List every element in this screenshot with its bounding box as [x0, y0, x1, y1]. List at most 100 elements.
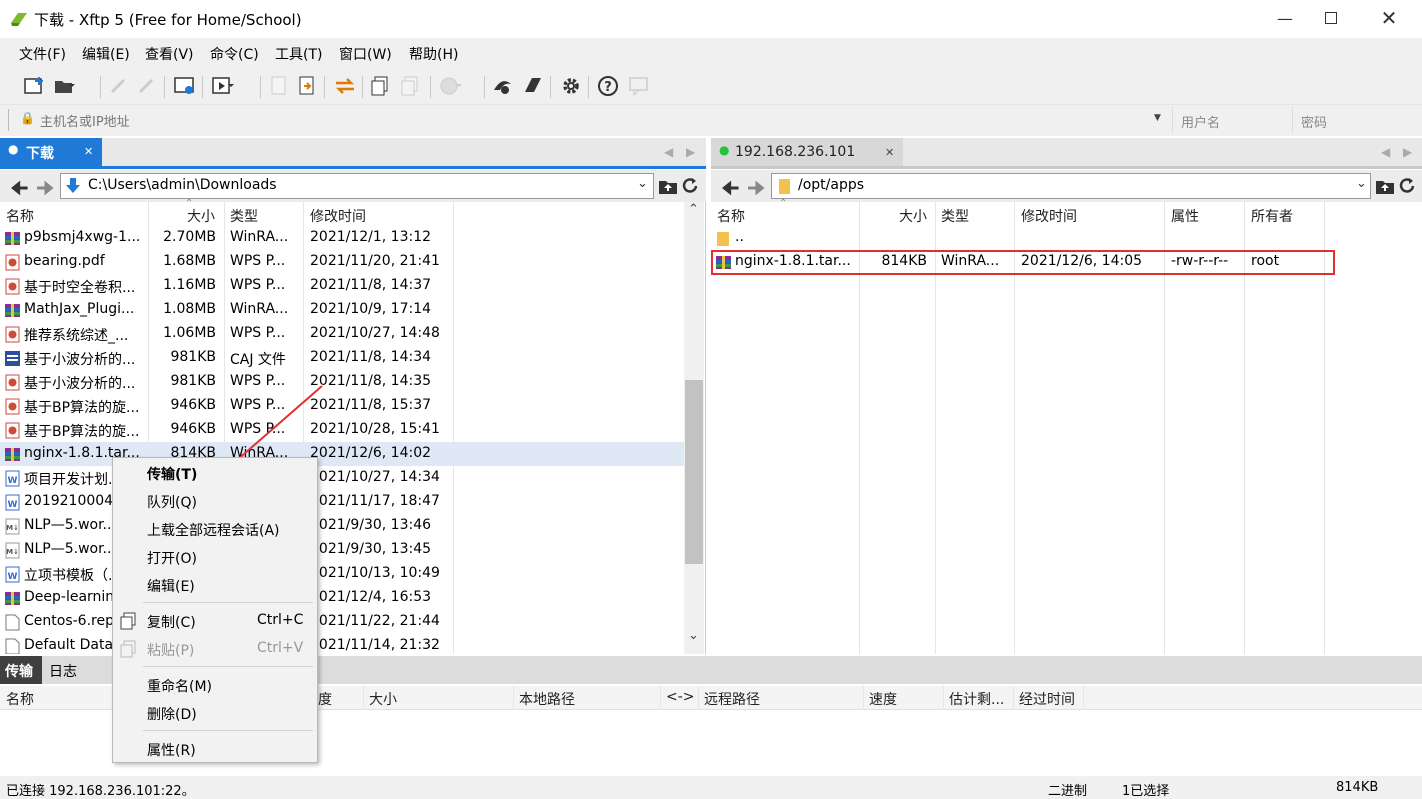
tab-scroll-left-icon[interactable]: ◀	[1381, 145, 1390, 159]
col-progress[interactable]: 度	[318, 689, 332, 709]
settings-gear-icon[interactable]	[558, 74, 584, 98]
menu-command[interactable]: 命令(C)	[210, 44, 259, 64]
help-icon[interactable]: ?	[596, 74, 622, 98]
menu-view[interactable]: 查看(V)	[145, 44, 194, 64]
col-name[interactable]: 名称	[6, 206, 34, 226]
menu-item-upload-all[interactable]: 上载全部远程会话(A)	[147, 520, 280, 540]
table-row[interactable]: p9bsmj4xwg-1... 2.70MB WinRA... 2021/12/1, …	[0, 226, 684, 250]
new-session-icon[interactable]	[22, 74, 48, 98]
maximize-button[interactable]	[1308, 0, 1354, 36]
col-type[interactable]: 类型	[941, 206, 969, 226]
tab-remote-session[interactable]: ● 192.168.236.101 ✕	[711, 138, 903, 168]
sync-icon[interactable]	[332, 74, 358, 98]
col-eta[interactable]: 估计剩...	[949, 689, 1004, 709]
scroll-down-icon[interactable]: ⌄	[688, 628, 699, 643]
col-size[interactable]: 大小	[187, 206, 215, 226]
menu-item-edit[interactable]: 编辑(E)	[147, 576, 195, 596]
menu-tools[interactable]: 工具(T)	[275, 44, 322, 64]
copy-icon[interactable]	[368, 74, 394, 98]
table-row[interactable]: W 项目开发计划... 2021/10/27, 14:34	[0, 466, 684, 490]
xshell-icon[interactable]	[490, 74, 516, 98]
minimize-button[interactable]: —	[1262, 0, 1308, 36]
download-icon[interactable]	[294, 74, 320, 98]
table-row[interactable]: Centos-6.rep... 2021/11/22, 21:44	[0, 610, 684, 634]
menu-item-open[interactable]: 打开(O)	[147, 548, 197, 568]
session-properties-icon[interactable]	[172, 74, 198, 98]
xftp-icon[interactable]	[520, 74, 546, 98]
col-modified[interactable]: 修改时间	[1021, 206, 1077, 226]
col-owner[interactable]: 所有者	[1251, 206, 1293, 226]
globe-icon	[440, 77, 462, 95]
menu-item-properties[interactable]: 属性(R)	[147, 740, 196, 760]
table-row[interactable]: 基于时空全卷积... 1.16MB WPS P... 2021/11/8, 14:37	[0, 274, 684, 298]
parent-folder-icon[interactable]	[658, 177, 678, 195]
table-row[interactable]: M↓ NLP—5.wor... 2021/9/30, 13:45	[0, 538, 684, 562]
menu-file[interactable]: 文件(F)	[19, 44, 66, 64]
refresh-icon[interactable]	[1397, 176, 1417, 196]
scroll-up-icon[interactable]: ⌃	[688, 202, 699, 217]
path-dropdown-icon[interactable]: ⌄	[1356, 176, 1367, 191]
address-bar: 🔒 主机名或IP地址 ▼ 用户名 密码	[0, 104, 1422, 136]
table-row[interactable]: M↓ NLP—5.wor... 2021/9/30, 13:46	[0, 514, 684, 538]
menu-help[interactable]: 帮助(H)	[409, 44, 458, 64]
col-modified[interactable]: 修改时间	[310, 206, 366, 226]
path-dropdown-icon[interactable]: ⌄	[637, 176, 648, 191]
col-speed[interactable]: 速度	[869, 689, 897, 709]
table-row[interactable]: MathJax_Plugi... 1.08MB WinRA... 2021/10/9,…	[0, 298, 684, 322]
tab-log[interactable]: 日志	[49, 661, 77, 681]
table-row[interactable]: 基于小波分析的... 981KB CAJ 文件 2021/11/8, 14:34	[0, 346, 684, 370]
password-input[interactable]: 密码	[1301, 112, 1327, 131]
local-path-box[interactable]: C:\Users\admin\Downloads ⌄	[60, 173, 654, 199]
menu-edit[interactable]: 编辑(E)	[82, 44, 130, 64]
table-row[interactable]: 基于BP算法的旋... 946KB WPS P... 2021/10/28, 15:4…	[0, 418, 684, 442]
doc-icon: W	[5, 470, 20, 487]
file-modified: 2021/11/14, 21:32	[310, 637, 440, 653]
col-name[interactable]: 名称	[6, 689, 34, 709]
folder-icon	[717, 232, 729, 246]
open-folder-icon[interactable]	[52, 74, 78, 98]
tab-scroll-right-icon[interactable]: ▶	[686, 145, 695, 159]
menu-window[interactable]: 窗口(W)	[339, 44, 392, 64]
col-name[interactable]: 名称	[717, 206, 745, 226]
local-scrollbar[interactable]: ⌃ ⌄	[684, 202, 704, 654]
host-input[interactable]: 主机名或IP地址	[40, 111, 130, 130]
col-elapsed[interactable]: 经过时间	[1019, 689, 1075, 709]
menu-item-copy[interactable]: 复制(C)	[147, 612, 196, 632]
scroll-thumb[interactable]	[685, 380, 703, 564]
table-row[interactable]: bearing.pdf 1.68MB WPS P... 2021/11/20, 21:…	[0, 250, 684, 274]
table-row[interactable]: Deep-learnin... 2021/12/4, 16:53	[0, 586, 684, 610]
table-row[interactable]: nginx-1.8.1.tar... 814KB WinRA... 2021/12/6…	[0, 442, 684, 466]
status-bar: 已连接 192.168.236.101:22。 二进制 1已选择 814KB	[0, 776, 1422, 799]
col-type[interactable]: 类型	[230, 206, 258, 226]
col-local-path[interactable]: 本地路径	[519, 689, 575, 709]
col-attributes[interactable]: 属性	[1171, 206, 1199, 226]
col-size[interactable]: 大小	[369, 689, 397, 709]
tab-transfer[interactable]: 传输	[0, 656, 42, 684]
parent-folder-icon[interactable]	[1375, 177, 1395, 195]
play-icon[interactable]	[210, 74, 236, 98]
table-row[interactable]: W 立项书模板（... 2021/10/13, 10:49	[0, 562, 684, 586]
col-remote-path[interactable]: 远程路径	[704, 689, 760, 709]
menu-item-queue[interactable]: 队列(Q)	[147, 492, 197, 512]
menu-item-rename[interactable]: 重命名(M)	[147, 676, 212, 696]
table-row[interactable]: 推荐系统综述_... 1.06MB WPS P... 2021/10/27, 14:4…	[0, 322, 684, 346]
menu-item-transfer[interactable]: 传输(T)	[147, 464, 197, 484]
table-row[interactable]: Default Data... 2021/11/14, 21:32	[0, 634, 684, 654]
parent-dir-row[interactable]: ..	[711, 226, 1422, 250]
host-dropdown-arrow-icon[interactable]: ▼	[1154, 113, 1161, 123]
table-row[interactable]: 基于BP算法的旋... 946KB WPS P... 2021/11/8, 15:37	[0, 394, 684, 418]
remote-path-box[interactable]: /opt/apps ⌄	[771, 173, 1371, 199]
tab-scroll-left-icon[interactable]: ◀	[664, 145, 673, 159]
col-direction[interactable]: <->	[666, 689, 695, 705]
username-input[interactable]: 用户名	[1181, 112, 1220, 131]
col-size[interactable]: 大小	[899, 206, 927, 226]
tab-close-icon[interactable]: ✕	[885, 146, 894, 159]
close-button[interactable]: ✕	[1366, 0, 1412, 36]
table-row[interactable]: W 20192100041... 2021/11/17, 18:47	[0, 490, 684, 514]
tab-scroll-right-icon[interactable]: ▶	[1403, 145, 1412, 159]
tab-close-icon[interactable]: ✕	[84, 145, 93, 158]
table-row[interactable]: 基于小波分析的... 981KB WPS P... 2021/11/8, 14:35	[0, 370, 684, 394]
tab-local-downloads[interactable]: ● 下载 ✕	[0, 138, 102, 168]
menu-item-delete[interactable]: 删除(D)	[147, 704, 197, 724]
refresh-icon[interactable]	[680, 176, 700, 196]
